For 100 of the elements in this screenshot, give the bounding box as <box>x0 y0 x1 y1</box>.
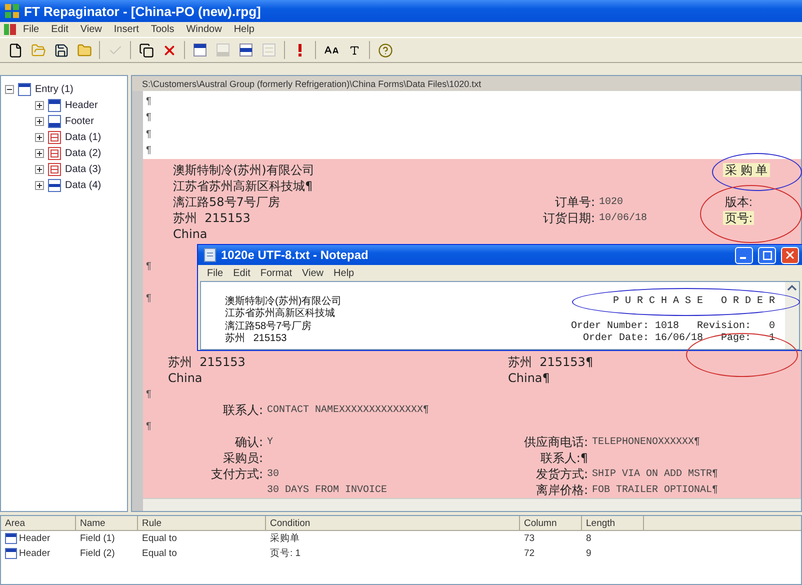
save-icon <box>54 42 68 58</box>
menu-item[interactable]: Help <box>228 24 260 35</box>
lines-icon <box>262 43 276 57</box>
folder-open-icon <box>30 42 46 58</box>
minimize-button[interactable] <box>735 246 753 264</box>
paragraph-mark: ¶ <box>145 145 152 156</box>
app-icon <box>5 4 19 18</box>
document-text: 江苏省苏州高新区科技城¶ <box>173 178 314 194</box>
expand-toggle[interactable] <box>35 148 44 158</box>
expand-toggle[interactable] <box>35 100 44 110</box>
column-header[interactable]: Length <box>582 516 644 531</box>
tree-item[interactable]: Data (3) <box>65 164 102 174</box>
expand-toggle[interactable] <box>35 132 44 142</box>
menu-item[interactable]: Tools <box>146 24 180 35</box>
help-icon <box>378 42 392 58</box>
scrollbar[interactable] <box>785 282 799 349</box>
document-text: 漓江路58号7号厂房 <box>173 194 281 210</box>
field-value: CONTACT NAMEXXXXXXXXXXXXXX¶ <box>266 404 430 416</box>
menu-item[interactable]: Window <box>181 24 227 35</box>
tree-item[interactable]: Header <box>65 100 98 110</box>
column-header[interactable]: Column <box>520 516 582 531</box>
column-header[interactable]: Area <box>1 516 76 531</box>
menu-item[interactable]: Edit <box>46 24 74 35</box>
field-value: 1020 <box>598 196 624 208</box>
expand-toggle[interactable] <box>35 116 44 126</box>
collapse-toggle[interactable] <box>5 84 14 94</box>
field-label: 页号: <box>723 211 754 225</box>
field-value: 30 DAYS FROM INVOICE <box>266 484 388 496</box>
field-label: 离岸价格: <box>534 482 588 498</box>
menu-item[interactable]: View <box>75 24 107 35</box>
expand-toggle[interactable] <box>35 164 44 174</box>
maximize-button[interactable] <box>758 246 776 264</box>
field-label: 供应商电话: <box>522 434 588 450</box>
plus-icon <box>37 102 42 108</box>
table-cell-text: 8 <box>585 532 592 546</box>
column-header[interactable]: Condition <box>266 516 520 531</box>
document-text: 漓江路58号7号厂房 <box>225 320 312 332</box>
plus-icon <box>37 150 42 156</box>
expand-toggle[interactable] <box>35 180 44 190</box>
close-button[interactable] <box>781 246 799 264</box>
table-cell-text: 9 <box>585 547 592 561</box>
window-title: 1020e UTF-8.txt - Notepad <box>221 248 370 262</box>
table-cell-text: Field (2) <box>79 547 116 561</box>
table-cell-text: Equal to <box>141 547 178 561</box>
column-header[interactable]: Rule <box>138 516 266 531</box>
field-value: 10/06/18 <box>598 212 648 224</box>
file-path: S:\Customers\Austral Group (formerly Refrigeration)\China Forms\Data Files\1020.txt <box>132 76 801 91</box>
band-icon <box>48 98 61 112</box>
paragraph-mark: ¶ <box>145 260 152 272</box>
tree-item[interactable]: Footer <box>65 116 94 126</box>
menu-item[interactable]: View <box>297 268 329 278</box>
notepad-icon <box>204 248 216 262</box>
close-icon <box>784 249 796 261</box>
data-band-icon <box>48 162 61 176</box>
table-cell: Header <box>19 548 50 559</box>
document-text: 澳斯特制冷(苏州)有限公司 <box>173 162 316 178</box>
document-text: 江苏省苏州高新区科技城 <box>225 308 335 320</box>
band-icon <box>216 43 230 57</box>
document-text: China <box>173 226 208 242</box>
field-label: 确认: <box>234 434 263 450</box>
tree-item[interactable]: Data (2) <box>65 148 102 158</box>
window-icon <box>138 42 154 58</box>
paragraph-mark: ¶ <box>145 388 152 400</box>
menu-item[interactable]: File <box>202 268 228 278</box>
table-cell-text: 页号: 1 <box>269 547 302 561</box>
document-text: 苏州 215153 <box>168 354 246 370</box>
band-icon <box>5 548 17 559</box>
document-text: 苏州 215153 <box>225 333 287 344</box>
field-value: FOB TRAILER OPTIONAL¶ <box>591 484 720 496</box>
plus-icon <box>37 182 42 188</box>
field-label: 订货日期: <box>542 210 595 226</box>
scrollbar[interactable] <box>143 498 801 511</box>
field-label: 发货方式: <box>534 466 588 482</box>
tree-item[interactable]: Data (1) <box>65 132 102 142</box>
tree-item[interactable]: Data (4) <box>65 180 102 190</box>
field-label: 联系人: <box>222 402 263 418</box>
menu-item[interactable]: Insert <box>108 24 144 35</box>
column-header[interactable]: Name <box>76 516 138 531</box>
band-icon <box>193 43 207 57</box>
plus-icon <box>37 134 42 140</box>
maximize-icon <box>762 250 772 260</box>
field-value: TELEPHONENOXXXXXX¶ <box>591 436 702 448</box>
document-icon <box>4 24 16 35</box>
field-label: 版本: <box>724 195 754 209</box>
menu-item[interactable]: Edit <box>228 268 256 278</box>
document-text: Order Number: 1018 Revision: 0 <box>570 320 775 332</box>
menu-item[interactable]: Help <box>328 268 360 278</box>
field-label: 采购员: <box>222 450 263 466</box>
field-value: Y <box>266 436 274 448</box>
document-text: China¶ <box>508 370 551 386</box>
minus-icon <box>7 86 12 92</box>
menu-item[interactable]: Format <box>255 268 298 278</box>
exclamation-icon <box>297 43 303 57</box>
tree-item[interactable]: Entry (1) <box>35 84 74 94</box>
menu-item[interactable]: File <box>18 24 44 35</box>
table-cell-text: Equal to <box>141 532 178 546</box>
paragraph-mark: ¶ <box>145 96 152 107</box>
document-text: P U R C H A S E O R D E R <box>612 296 775 307</box>
field-label: 订单号: <box>554 194 595 210</box>
scroll-up-icon <box>787 284 797 292</box>
